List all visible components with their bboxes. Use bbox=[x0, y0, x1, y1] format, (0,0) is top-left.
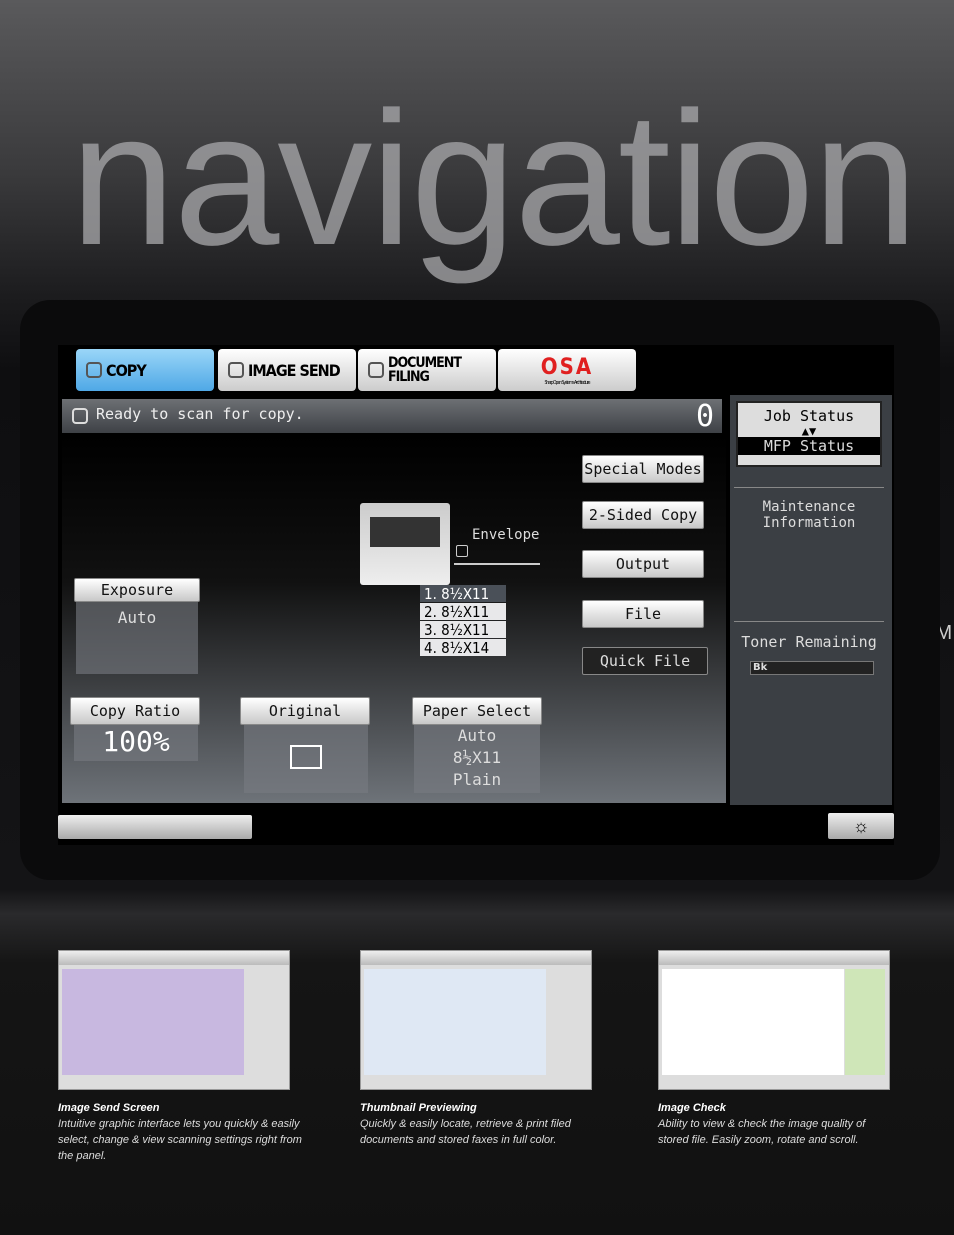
copy-ratio-value: 100% bbox=[74, 725, 198, 761]
tab-label: DOCUMENT FILING bbox=[388, 355, 462, 385]
tab-osa[interactable]: OSA Sharp Open Systems Architecture bbox=[498, 349, 636, 391]
divider bbox=[734, 487, 884, 488]
caption-title: Image Send Screen bbox=[58, 1102, 160, 1114]
paper-select-button[interactable]: Paper Select bbox=[412, 697, 542, 725]
bypass-tray-line bbox=[454, 563, 540, 565]
copy-icon bbox=[86, 362, 102, 378]
paper-mode: Auto bbox=[457, 726, 497, 745]
toggle-arrows-icon: ▲▼ bbox=[801, 424, 817, 438]
caption-text: Quickly & easily locate, retrieve & prin… bbox=[360, 1118, 571, 1146]
exposure-button[interactable]: Exposure bbox=[74, 578, 200, 602]
paper-select-value: Auto 8½X11 Plain bbox=[414, 725, 540, 793]
bottom-left-bar[interactable] bbox=[58, 815, 252, 839]
copy-count: 0 bbox=[695, 399, 714, 434]
copier-image bbox=[360, 503, 450, 585]
paper-size: 8½X11 bbox=[452, 748, 502, 767]
copy-main-area: 1. 8½X11 2. 8½X11 3. 8½X11 4. 8½X14 Enve… bbox=[62, 435, 726, 803]
divider bbox=[734, 621, 884, 622]
thumbnail-previewing bbox=[360, 950, 592, 1090]
toner-gauge: Bk bbox=[750, 661, 874, 675]
tray-2[interactable]: 2. 8½X11 bbox=[420, 603, 506, 621]
maintenance-information[interactable]: Maintenance Information bbox=[734, 499, 884, 531]
status-message: Ready to scan for copy. bbox=[96, 405, 304, 423]
document-filing-icon bbox=[368, 362, 384, 378]
original-page-icon bbox=[290, 745, 322, 769]
caption-text: Intuitive graphic interface lets you qui… bbox=[58, 1118, 302, 1162]
tray-1[interactable]: 1. 8½X11 bbox=[420, 585, 506, 603]
tray-3[interactable]: 3. 8½X11 bbox=[420, 621, 506, 639]
status-panel: Job Status ▲▼ MFP Status Maintenance Inf… bbox=[730, 395, 892, 805]
output-button[interactable]: Output bbox=[582, 550, 704, 578]
toner-remaining-label: Toner Remaining bbox=[741, 633, 877, 651]
caption-thumbnail: Thumbnail Previewing Quickly & easily loc… bbox=[360, 1100, 580, 1148]
exposure-value: Auto bbox=[76, 602, 198, 674]
copy-ratio-button[interactable]: Copy Ratio bbox=[70, 697, 200, 725]
osa-logo: OSA bbox=[540, 354, 594, 380]
two-sided-copy-button[interactable]: 2-Sided Copy bbox=[582, 501, 704, 529]
file-button[interactable]: File bbox=[582, 600, 704, 628]
thumbnail-image-send bbox=[58, 950, 290, 1090]
caption-text: Ability to view & check the image qualit… bbox=[658, 1118, 866, 1146]
bypass-tray-label: Envelope bbox=[472, 527, 540, 543]
image-send-icon bbox=[228, 362, 244, 378]
brightness-icon: ☼ bbox=[852, 816, 870, 836]
original-box bbox=[244, 725, 368, 793]
tab-copy[interactable]: COPY bbox=[76, 349, 214, 391]
paper-type: Plain bbox=[452, 770, 502, 789]
status-bar: Ready to scan for copy. 0 bbox=[62, 399, 722, 434]
caption-title: Image Check bbox=[658, 1102, 726, 1114]
tab-document-filing[interactable]: DOCUMENT FILING bbox=[358, 349, 496, 391]
job-status-button[interactable]: Job Status ▲▼ MFP Status bbox=[736, 401, 882, 467]
job-status-label: Job Status bbox=[763, 407, 855, 425]
quick-file-button[interactable]: Quick File bbox=[582, 647, 708, 675]
tab-label: IMAGE SEND bbox=[248, 360, 341, 380]
mfp-status-label: MFP Status bbox=[738, 437, 880, 455]
thumbnail-image-check bbox=[658, 950, 890, 1090]
tab-label: COPY bbox=[106, 360, 147, 380]
caption-title: Thumbnail Previewing bbox=[360, 1102, 477, 1114]
original-button[interactable]: Original bbox=[240, 697, 370, 725]
caption-image-check: Image Check Ability to view & check the i… bbox=[658, 1100, 868, 1148]
hero-title: navigation bbox=[70, 73, 918, 285]
caption-image-send: Image Send Screen Intuitive graphic inter… bbox=[58, 1100, 318, 1164]
brightness-button[interactable]: ☼ bbox=[828, 813, 894, 839]
osa-subtitle: Sharp Open Systems Architecture bbox=[544, 379, 590, 386]
touch-screen: COPY IMAGE SEND DOCUMENT FILING OSA Sharp… bbox=[58, 345, 894, 845]
tab-image-send[interactable]: IMAGE SEND bbox=[218, 349, 356, 391]
copy-icon bbox=[72, 408, 88, 424]
toner-color-label: Bk bbox=[753, 662, 768, 673]
tray-4[interactable]: 4. 8½X14 bbox=[420, 639, 506, 657]
bypass-tray-icon bbox=[456, 545, 468, 557]
special-modes-button[interactable]: Special Modes bbox=[582, 455, 704, 483]
